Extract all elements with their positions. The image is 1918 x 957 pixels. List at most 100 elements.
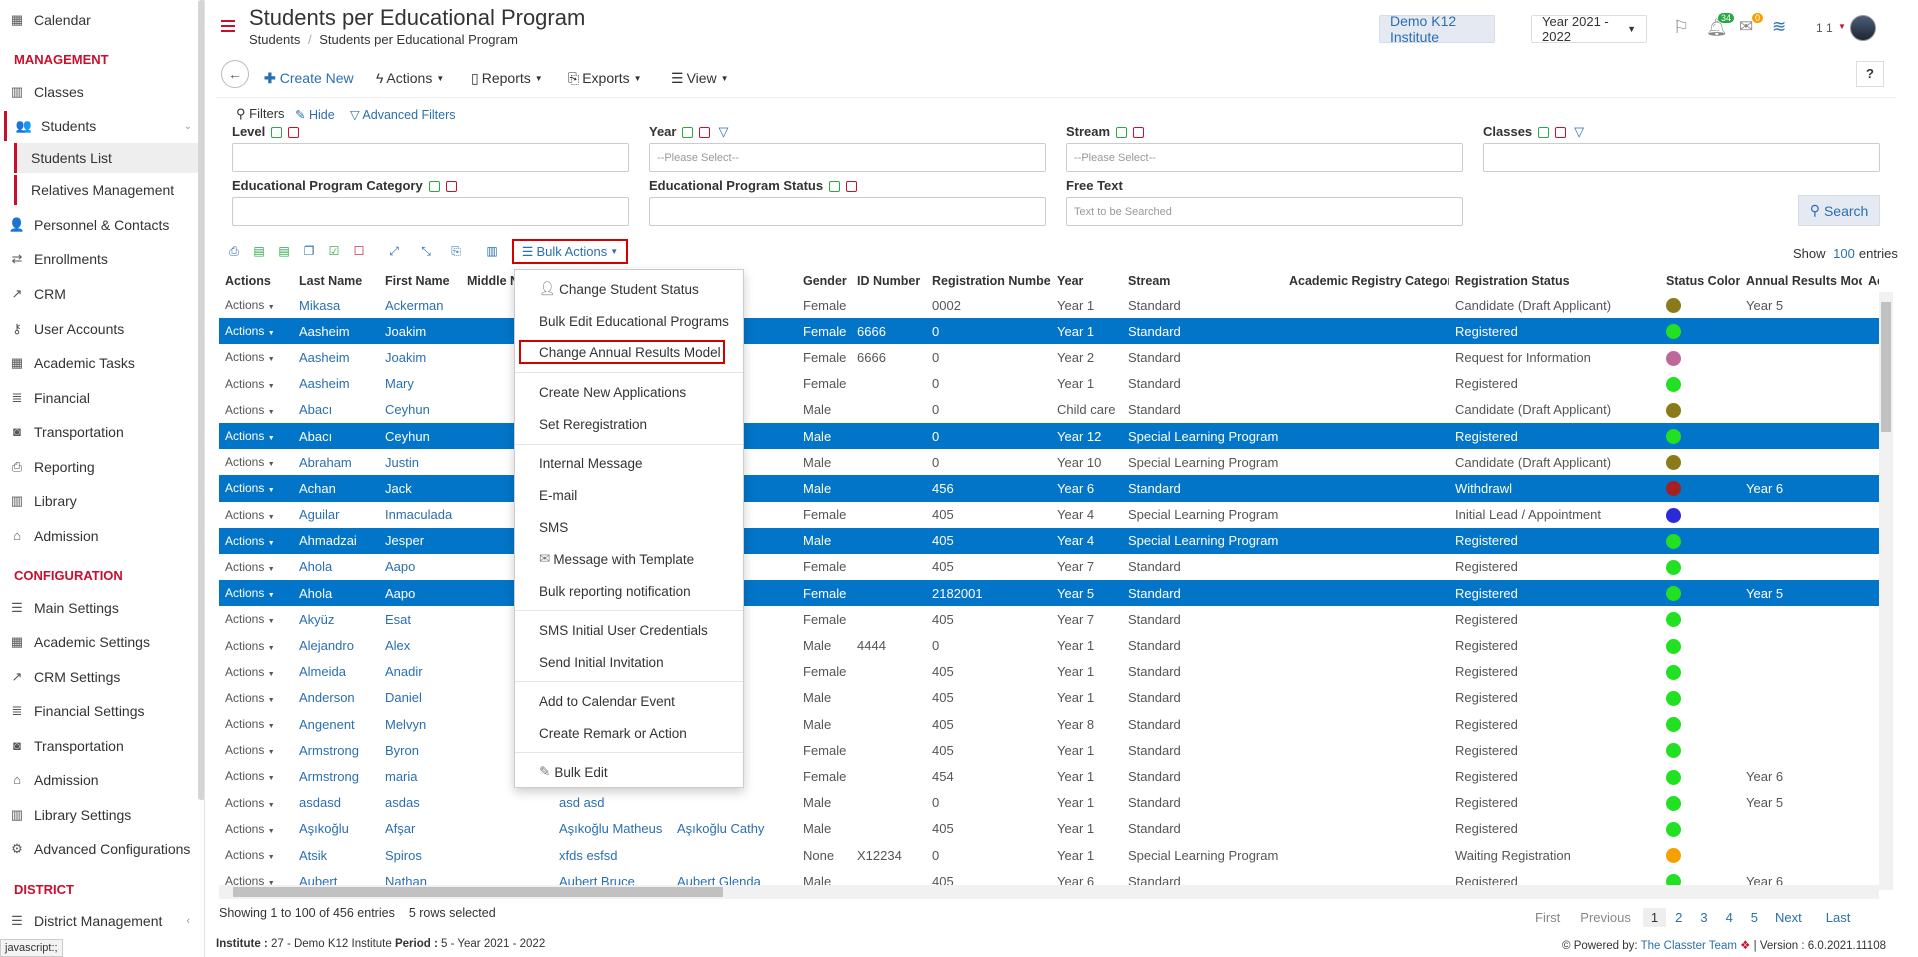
search-button[interactable]: ⚲ Search xyxy=(1798,195,1880,226)
row-actions-button[interactable]: Actions xyxy=(225,822,264,836)
first-name-value[interactable]: asdas xyxy=(385,795,420,810)
last-name-value[interactable]: Aasheim xyxy=(299,376,350,391)
last-name-value[interactable]: Abraham xyxy=(299,455,352,470)
first-name-value[interactable]: Alex xyxy=(385,638,410,653)
sidebar-item-financial[interactable]: ≣ Financial xyxy=(0,383,198,413)
row-actions-button[interactable]: Actions xyxy=(225,691,264,705)
uncheck-icon[interactable] xyxy=(846,181,858,193)
check-icon[interactable] xyxy=(1116,127,1128,139)
last-name-value[interactable]: Angenent xyxy=(299,717,355,732)
uncheck-icon[interactable] xyxy=(1133,127,1145,139)
sidebar-item-classes[interactable]: ▥ Classes xyxy=(0,77,198,107)
sidebar-item-advanced-config[interactable]: ⚙ Advanced Configurations xyxy=(0,834,198,864)
page-2[interactable]: 2 xyxy=(1666,910,1691,925)
check-icon[interactable] xyxy=(682,127,694,139)
epc-select[interactable] xyxy=(232,197,629,226)
menu-item-change-annual-results-model[interactable]: Change Annual Results Model xyxy=(519,340,725,364)
filter-icon[interactable]: ▽ xyxy=(1574,124,1584,139)
column-header[interactable]: Registration Status xyxy=(1449,270,1660,292)
table-row[interactable]: Actions ▼ Ahola Aapo Female 2182001 Year 5 Sta… xyxy=(219,580,1879,607)
table-row[interactable]: Actions ▼ Angenent Melvyn Male 405 Year 8 Stan… xyxy=(219,711,1879,737)
sidebar-item-academic-settings[interactable]: ▦ Academic Settings xyxy=(0,627,198,657)
last-name-value[interactable]: Abacı xyxy=(299,402,332,417)
year-filter-select[interactable]: --Please Select-- xyxy=(649,143,1046,172)
sidebar-item-transportation[interactable]: ◙ Transportation xyxy=(0,417,198,447)
menu-item-calendar-event[interactable]: Add to Calendar Event xyxy=(515,688,743,714)
last-name-value[interactable]: Akyüz xyxy=(299,612,334,627)
menu-item-remark[interactable]: Create Remark or Action xyxy=(515,720,743,746)
first-name-value[interactable]: Jack xyxy=(385,481,412,496)
column-header[interactable]: Gender xyxy=(797,270,851,292)
last-name-value[interactable]: Aasheim xyxy=(299,350,350,365)
first-name-value[interactable]: Ceyhun xyxy=(385,402,430,417)
sidebar-item-library-settings[interactable]: ▥ Library Settings xyxy=(0,800,198,830)
menu-item-set-reregistration[interactable]: Set Reregistration xyxy=(515,411,743,437)
table-row[interactable]: Actions ▼ Ahola Aapo Female 405 Year 7 Standar… xyxy=(219,554,1879,580)
free-text-input[interactable]: Text to be Searched xyxy=(1066,197,1463,226)
sidebar-sub-students-list[interactable]: Students List xyxy=(14,143,198,173)
classes-select[interactable] xyxy=(1483,143,1880,172)
columns-icon[interactable]: ▥ xyxy=(484,242,500,260)
vertical-scrollbar[interactable] xyxy=(1879,292,1893,890)
column-header[interactable]: Registration Number xyxy=(926,270,1051,292)
table-row[interactable]: Actions ▼ArmstrongByronAmarinsFemale405Y… xyxy=(219,737,1879,763)
page-previous[interactable]: Previous xyxy=(1580,910,1631,925)
sidebar-item-user-accounts[interactable]: ⚷ User Accounts xyxy=(0,314,198,344)
last-name-value[interactable]: Atsik xyxy=(299,848,327,863)
level-select[interactable] xyxy=(232,143,629,172)
row-actions-button[interactable]: Actions xyxy=(225,717,264,731)
menu-item-internal-message[interactable]: Internal Message xyxy=(515,450,743,476)
row-actions-button[interactable]: Actions xyxy=(225,350,264,364)
column-header[interactable]: Ac xyxy=(1862,270,1879,292)
row-actions-button[interactable]: Actions xyxy=(225,769,264,783)
uncheck-icon[interactable] xyxy=(288,127,300,139)
table-row[interactable]: Actions ▼ Achan Jack Male 456 Year 6 Standard W… xyxy=(219,475,1879,502)
row-actions-button[interactable]: Actions xyxy=(225,796,264,810)
check-icon[interactable] xyxy=(829,181,841,193)
exports-menu-button[interactable]: ⎘ Exports ▼ xyxy=(568,66,642,90)
csv-icon[interactable]: ▤ xyxy=(276,242,292,260)
table-row[interactable]: Actions ▼ Aasheim Joakim Female 6666 0 Year 1 S… xyxy=(219,318,1879,345)
stream-select[interactable]: --Please Select-- xyxy=(1066,143,1463,172)
column-header[interactable]: Last Name xyxy=(293,270,379,292)
row-actions-button[interactable]: Actions xyxy=(225,429,264,443)
last-name-value[interactable]: Armstrong xyxy=(299,743,359,758)
export-icon[interactable]: ⎘ xyxy=(448,242,464,260)
first-name-value[interactable]: Afşar xyxy=(385,821,415,836)
last-name-value[interactable]: Ahola xyxy=(299,559,332,574)
check-icon[interactable] xyxy=(428,181,440,193)
last-name-value[interactable]: Aşıkoğlu xyxy=(299,821,349,836)
sidebar-item-district-management[interactable]: ☰ District Management ‹ xyxy=(0,906,198,936)
page-3[interactable]: 3 xyxy=(1691,910,1716,925)
sidebar-item-admission-settings[interactable]: ⌂ Admission xyxy=(0,765,198,795)
view-menu-button[interactable]: ☰ View ▼ xyxy=(671,66,729,90)
print-icon[interactable]: ⎙ xyxy=(226,242,242,260)
first-name-value[interactable]: Aapo xyxy=(385,586,415,601)
sidebar-item-enrollments[interactable]: ⇄ Enrollments xyxy=(0,244,198,274)
table-row[interactable]: Actions ▼AguilarInmaculadaneloreFemale40… xyxy=(219,502,1879,528)
uncheck-icon[interactable] xyxy=(445,181,457,193)
help-button[interactable]: ? xyxy=(1856,61,1884,87)
sidebar-item-library[interactable]: ▥ Library xyxy=(0,486,198,516)
table-row[interactable]: Actions ▼ Abacı Ceyhun Male 0 Child care Stand… xyxy=(219,397,1879,423)
avatar[interactable] xyxy=(1850,15,1876,41)
menu-item-change-student-status[interactable]: 👤︎ Change Student Status xyxy=(515,276,743,302)
advanced-filters-link[interactable]: ▽ Advanced Filters xyxy=(350,107,456,122)
first-name-value[interactable]: Joakim xyxy=(385,324,426,339)
sidebar-item-financial-settings[interactable]: ≣ Financial Settings xyxy=(0,696,198,726)
first-name-value[interactable]: Spiros xyxy=(385,848,422,863)
row-actions-button[interactable]: Actions xyxy=(225,403,264,417)
menu-item-bulk-reporting[interactable]: Bulk reporting notification xyxy=(515,578,743,604)
table-row[interactable]: Actions ▼AasheimMaryctoriaFemale0Year 1S… xyxy=(219,371,1879,397)
menu-item-create-applications[interactable]: Create New Applications xyxy=(515,379,743,405)
column-header[interactable]: Academic Registry Category xyxy=(1283,270,1449,292)
first-name-value[interactable]: Justin xyxy=(385,455,419,470)
sidebar-sub-relatives[interactable]: Relatives Management xyxy=(14,175,198,205)
sidebar-item-students[interactable]: 👥 Students ⌄ xyxy=(4,111,202,141)
eps-select[interactable] xyxy=(649,197,1046,226)
page-4[interactable]: 4 xyxy=(1717,910,1742,925)
team-link[interactable]: The Classter Team xyxy=(1641,940,1737,952)
first-name-value[interactable]: Anadir xyxy=(385,664,423,679)
page-5[interactable]: 5 xyxy=(1742,910,1767,925)
table-row[interactable]: Actions ▼ArmstrongmariaAmarinsFemale454Y… xyxy=(219,763,1879,789)
